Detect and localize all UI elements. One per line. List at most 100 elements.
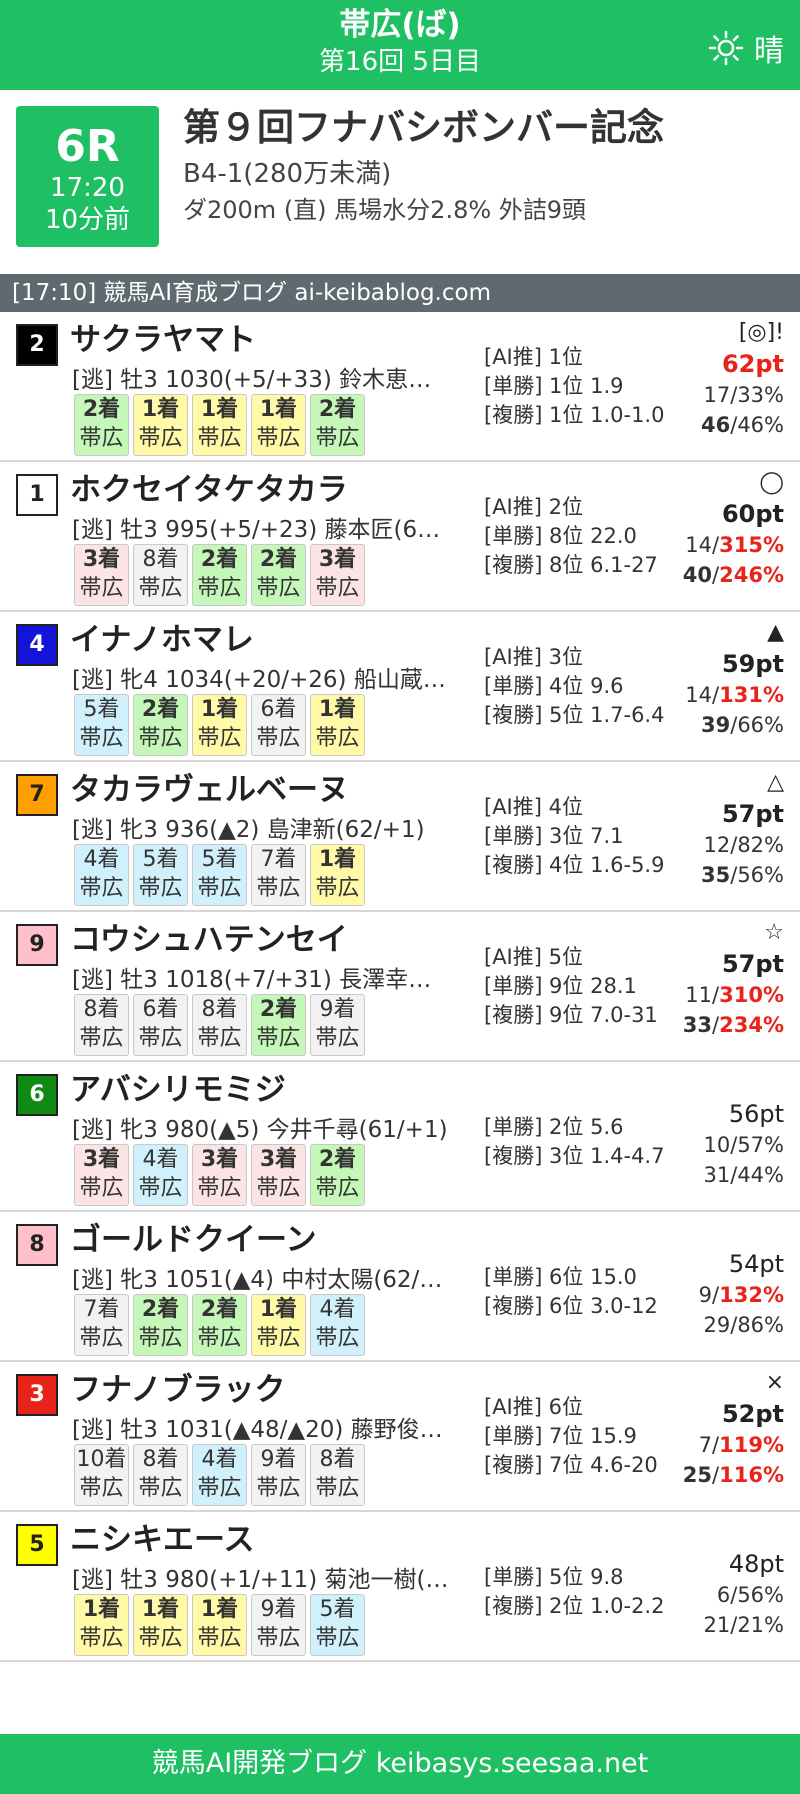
result-venue: 帯広 [138, 1626, 183, 1651]
ai-score: 62pt [721, 350, 784, 378]
odds-block: [AI推] 2位 [単勝] 8位 22.0 [複勝] 8位 6.1-27 [484, 462, 658, 610]
result-venue: 帯広 [79, 1326, 124, 1351]
win-rate-return: 119% [719, 1433, 784, 1457]
place-rate-return: 66% [737, 713, 784, 737]
prediction-mark: × [765, 1370, 784, 1395]
place-rate: 21/21% [703, 1613, 785, 1637]
result-rank: 6着 [260, 697, 297, 722]
ai-score: 57pt [721, 950, 784, 978]
horse-name[interactable]: ホクセイタケタカラ [70, 468, 348, 512]
result-venue: 帯広 [256, 726, 301, 751]
blog-link-bar[interactable]: [17:10] 競馬AI育成ブログ ai-keibablog.com [0, 274, 800, 312]
place-rate: 46/46% [701, 413, 784, 437]
odds-block: [単勝] 2位 5.6 [複勝] 3位 1.4-4.7 [484, 1062, 664, 1210]
place-rate-count: 35 [701, 863, 731, 887]
result-rank: 3着 [259, 1147, 298, 1172]
place-odds: [複勝] 4位 1.6-5.9 [484, 852, 665, 877]
past-result-cell: 1着 帯広 [251, 394, 306, 456]
horse-name[interactable]: コウシュハテンセイ [70, 918, 348, 962]
past-results: 4着 帯広 5着 帯広 5着 帯広 7着 帯広 1着 帯広 [74, 844, 365, 906]
horse-row[interactable]: 8 ゴールドクイーン [逃] 牝3 1051(▲4) 中村太陽(62/+2) 7着 帯広… [0, 1212, 800, 1362]
win-rate-count: 14 [685, 533, 713, 557]
past-results: 3着 帯広 8着 帯広 2着 帯広 2着 帯広 3着 帯広 [74, 544, 365, 606]
horse-name[interactable]: ゴールドクイーン [70, 1218, 316, 1262]
gate-number-badge: 7 [16, 774, 58, 816]
result-venue: 帯広 [79, 1176, 124, 1201]
result-venue: 帯広 [197, 1176, 242, 1201]
result-rank: 7着 [260, 847, 297, 872]
ai-score: 60pt [721, 500, 784, 528]
result-venue: 帯広 [79, 1476, 124, 1501]
result-rank: 2着 [259, 547, 298, 572]
app-header: 帯広(ば) 第16回 5日目 晴 [0, 0, 800, 90]
win-rate-return: 56% [737, 1583, 784, 1607]
result-rank: 2着 [200, 547, 239, 572]
result-venue: 帯広 [138, 1476, 183, 1501]
horse-row[interactable]: 7 タカラヴェルベーヌ [逃] 牝3 936(▲2) 島津新(62/+1) 4着 帯広 5… [0, 762, 800, 912]
result-rank: 3着 [200, 1147, 239, 1172]
past-result-cell: 4着 帯広 [133, 1144, 188, 1206]
place-rate: 39/66% [701, 713, 784, 737]
ai-score: 48pt [728, 1550, 784, 1578]
place-odds: [複勝] 3位 1.4-4.7 [484, 1144, 665, 1168]
result-venue: 帯広 [197, 576, 242, 601]
past-result-cell: 5着 帯広 [192, 844, 247, 906]
win-rate-return: 33% [737, 383, 784, 407]
result-venue: 帯広 [315, 1476, 360, 1501]
race-badge[interactable]: 6R 17:20 10分前 [16, 106, 159, 247]
result-venue: 帯広 [256, 1626, 301, 1651]
past-result-cell: 8着 帯広 [133, 544, 188, 606]
past-result-cell: 2着 帯広 [133, 694, 188, 756]
win-rate: 11/310% [685, 983, 784, 1007]
result-venue: 帯広 [138, 1026, 183, 1051]
place-rate-count: 46 [701, 413, 731, 437]
result-rank: 4着 [201, 1447, 238, 1472]
horse-name[interactable]: フナノブラック [70, 1368, 285, 1412]
place-rate-return: 21% [737, 1613, 784, 1637]
horse-row[interactable]: 1 ホクセイタケタカラ [逃] 牡3 995(+5/+23) 藤本匠(64/+1) 3… [0, 462, 800, 612]
result-venue: 帯広 [79, 426, 124, 451]
result-rank: 8着 [201, 997, 238, 1022]
horse-name[interactable]: イナノホマレ [70, 618, 254, 662]
horse-name[interactable]: アバシリモミジ [70, 1068, 286, 1112]
horse-row[interactable]: 9 コウシュハテンセイ [逃] 牡3 1018(+7/+31) 長澤幸太(… 8着 帯広… [0, 912, 800, 1062]
result-rank: 9着 [260, 1447, 297, 1472]
past-result-cell: 2着 帯広 [74, 394, 129, 456]
result-rank: 1着 [200, 697, 239, 722]
past-result-cell: 1着 帯広 [74, 1594, 129, 1656]
place-rate-return: 234% [719, 1013, 784, 1037]
past-result-cell: 2着 帯広 [310, 394, 365, 456]
result-rank: 8着 [142, 547, 179, 572]
prediction-mark: ◯ [759, 470, 784, 495]
result-venue: 帯広 [315, 1026, 360, 1051]
result-rank: 1着 [141, 397, 180, 422]
place-odds: [複勝] 6位 3.0-12 [484, 1294, 658, 1318]
result-venue: 帯広 [256, 576, 301, 601]
horse-name[interactable]: ニシキエース [70, 1518, 254, 1562]
race-conditions: ダ200m (直) 馬場水分2.8% 外詰9頭 [183, 196, 587, 224]
result-venue: 帯広 [256, 1176, 301, 1201]
win-rate-return: 132% [719, 1283, 784, 1307]
win-rate-count: 14 [685, 683, 713, 707]
footer-link[interactable]: 競馬AI開発ブログ keibasys.seesaa.net [0, 1734, 800, 1794]
horse-row[interactable]: 5 ニシキエース [逃] 牡3 980(+1/+11) 菊池一樹(6… 1着 帯広 1着帯… [0, 1512, 800, 1662]
past-result-cell: 8着 帯広 [133, 1444, 188, 1506]
odds-block: [AI推] 6位 [単勝] 7位 15.9 [複勝] 7位 4.6-20 [484, 1362, 658, 1510]
horse-row[interactable]: 6 アバシリモミジ [逃] 牝3 980(▲5) 今井千尋(61/+1) 3着 帯広 4着… [0, 1062, 800, 1212]
horse-row[interactable]: 2 サクラヤマト [逃] 牡3 1030(+5/+33) 鈴木恵介(… 2着 帯広 1着帯… [0, 312, 800, 462]
horse-name[interactable]: サクラヤマト [70, 318, 256, 362]
past-result-cell: 2着 帯広 [133, 1294, 188, 1356]
win-odds: [単勝] 7位 15.9 [484, 1423, 637, 1448]
place-rate-count: 21 [703, 1613, 731, 1637]
horse-row[interactable]: 4 イナノホマレ [逃] 牝4 1034(+20/+26) 船山蔵人… 5着 帯広 2着帯… [0, 612, 800, 762]
horse-name[interactable]: タカラヴェルベーヌ [70, 768, 349, 812]
result-rank: 2着 [259, 997, 298, 1022]
horse-row[interactable]: 3 フナノブラック [逃] 牡3 1031(▲48/▲20) 藤野俊… 10着 帯広 8着… [0, 1362, 800, 1512]
win-rate: 10/57% [703, 1133, 785, 1157]
past-result-cell: 9着 帯広 [251, 1444, 306, 1506]
prediction-mark: △ [767, 770, 784, 795]
result-rank: 4着 [142, 1147, 179, 1172]
win-rate: 14/315% [685, 533, 784, 557]
past-result-cell: 2着帯広 [192, 544, 247, 606]
result-venue: 帯広 [138, 426, 183, 451]
